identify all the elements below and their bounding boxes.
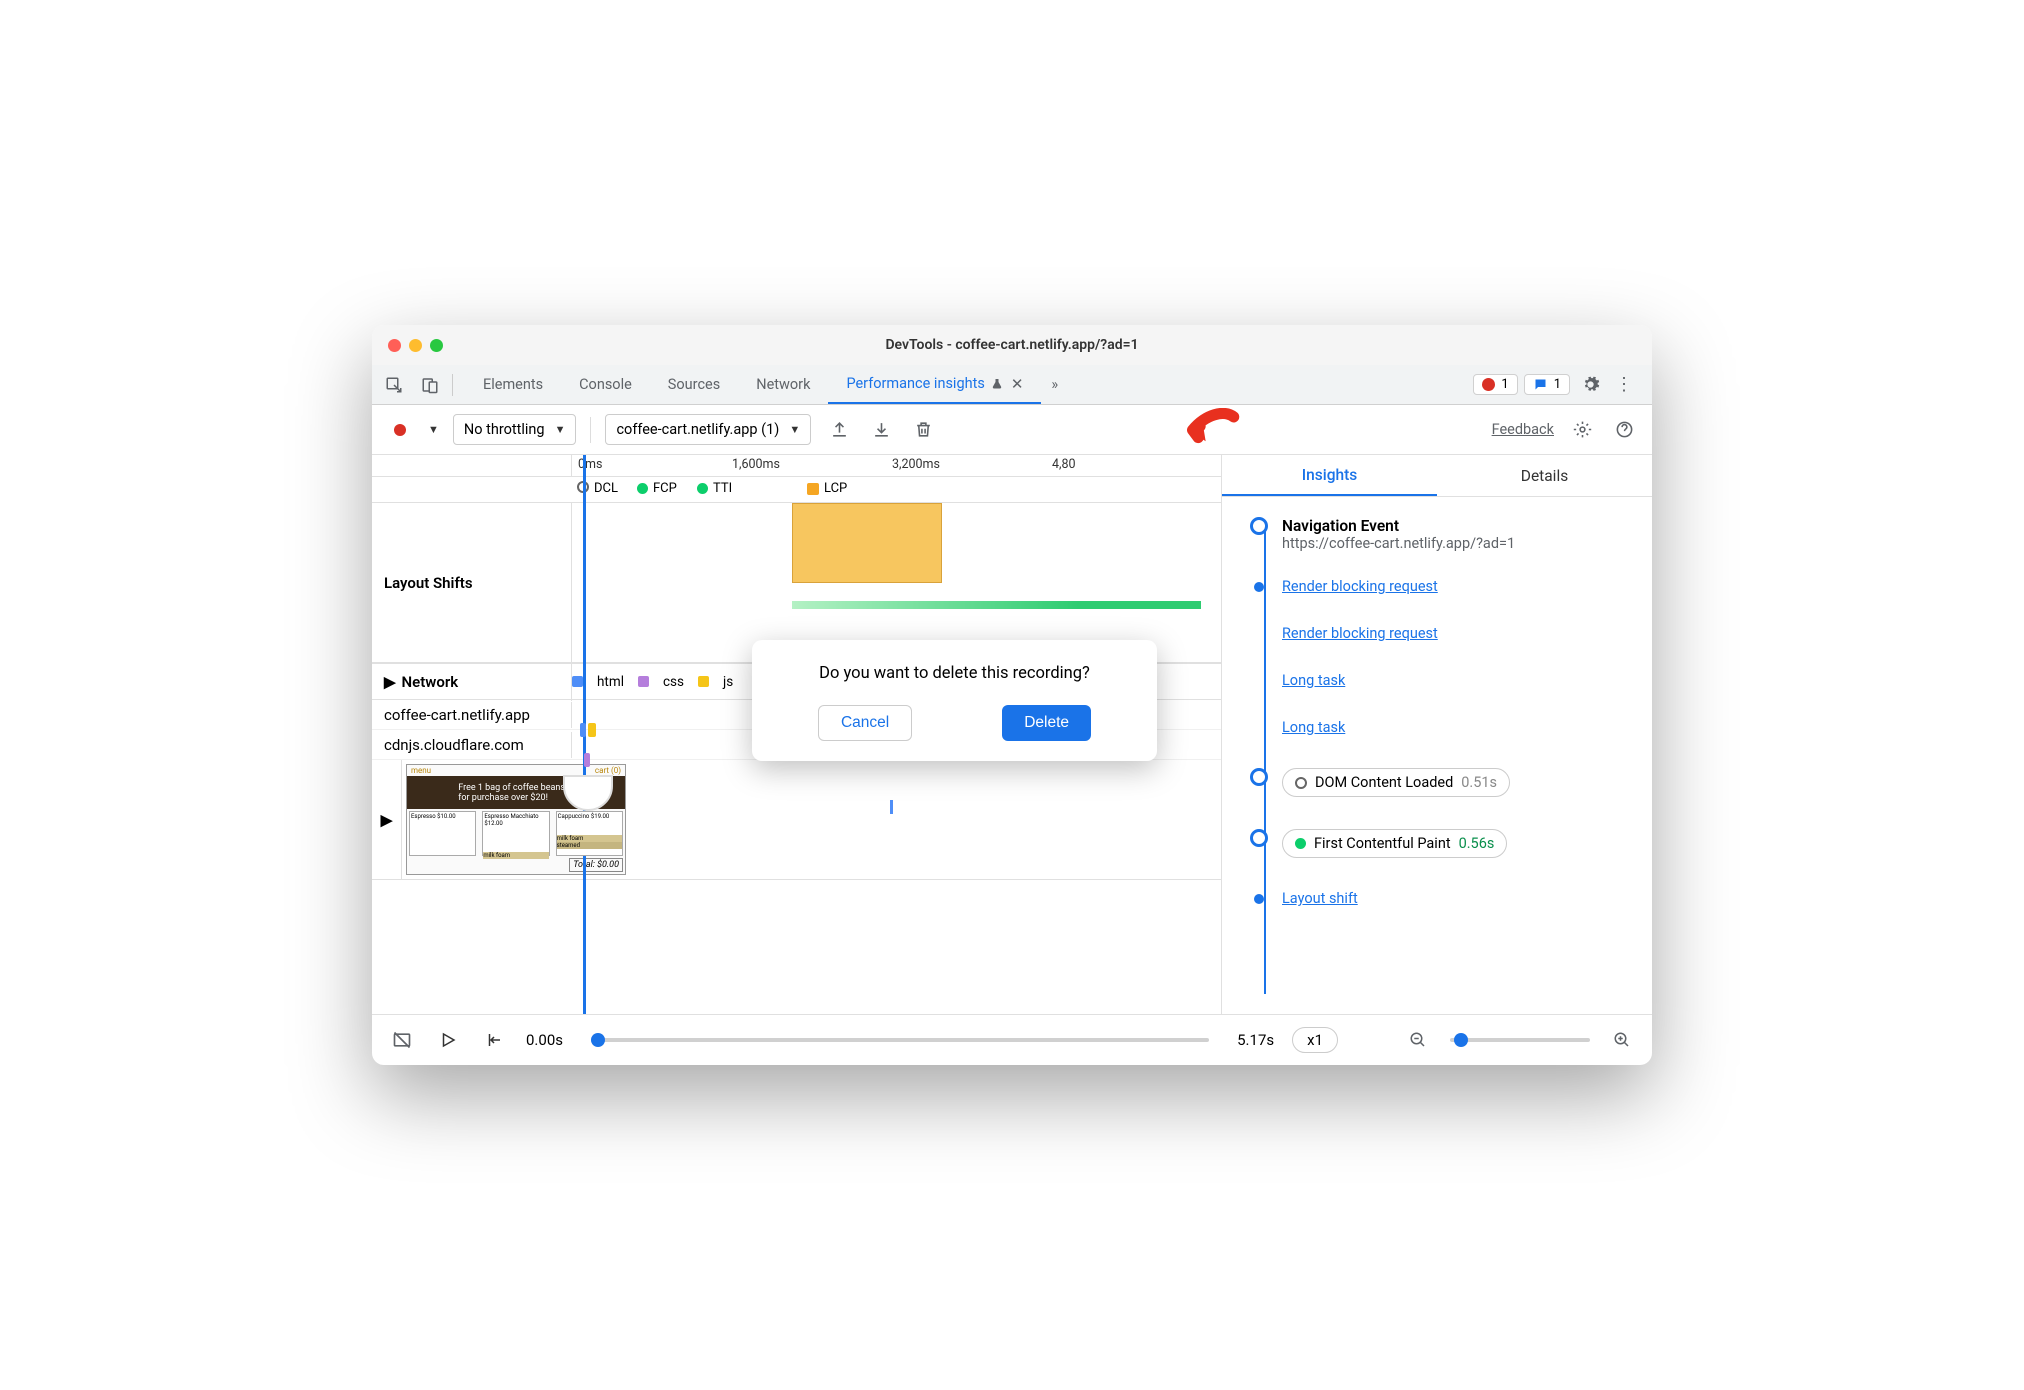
minimize-window-button[interactable] [409,339,422,352]
overview-row[interactable]: Layout Shifts [372,503,1221,663]
tab-console[interactable]: Console [561,365,650,404]
maximize-window-button[interactable] [430,339,443,352]
zoom-slider[interactable] [1450,1038,1590,1042]
nav-event-title: Navigation Event [1282,517,1642,535]
insight-link[interactable]: Long task [1282,719,1345,736]
time-start: 0.00s [526,1031,563,1049]
legend-html-icon [572,676,583,687]
panel-tabs: Elements Console Sources Network Perform… [372,365,1652,405]
screenshots-toggle-icon[interactable] [388,1026,416,1054]
expand-caret-icon[interactable]: ▶ [381,811,393,829]
recording-select[interactable]: coffee-cart.netlify.app (1)▼ [605,414,811,445]
perf-toolbar: ▼ No throttling▼ coffee-cart.netlify.app… [372,405,1652,455]
close-tab-icon[interactable]: ✕ [1011,375,1024,393]
expand-caret-icon[interactable]: ▶ [384,673,396,691]
tab-elements[interactable]: Elements [465,365,561,404]
timeline-node-icon [1250,768,1268,786]
insights-list[interactable]: Navigation Event https://coffee-cart.net… [1222,497,1652,1014]
legend-js-icon [698,676,709,687]
tab-network[interactable]: Network [738,365,828,404]
insight-link[interactable]: Layout shift [1282,890,1358,907]
zoom-out-icon[interactable] [1404,1026,1432,1054]
devtools-window: DevTools - coffee-cart.netlify.app/?ad=1… [372,325,1652,1065]
cancel-button[interactable]: Cancel [818,705,912,741]
tab-details[interactable]: Details [1437,455,1652,496]
confirm-delete-dialog: Do you want to delete this recording? Ca… [752,640,1157,761]
nav-event-url: https://coffee-cart.netlify.app/?ad=1 [1282,535,1642,552]
playback-footer: 0.00s 5.17s x1 [372,1015,1652,1065]
more-menu-icon[interactable]: ⋮ [1610,371,1638,399]
insight-link[interactable]: Render blocking request [1282,578,1438,595]
speed-pill[interactable]: x1 [1292,1027,1338,1053]
inspect-element-icon[interactable] [380,371,408,399]
throttling-select[interactable]: No throttling▼ [453,414,577,445]
timeline-node-icon [1250,829,1268,847]
tab-performance-insights[interactable]: Performance insights ✕ [828,365,1041,404]
tab-sources[interactable]: Sources [650,365,738,404]
device-toolbar-icon[interactable] [416,371,444,399]
tab-insights[interactable]: Insights [1222,455,1437,496]
time-ruler: 0ms 1,600ms 3,200ms 4,80 [372,455,1221,477]
playback-slider[interactable] [591,1038,1209,1042]
legend-css-icon [638,676,649,687]
insight-link[interactable]: Render blocking request [1282,625,1438,642]
dcl-ring-icon [1295,777,1307,789]
play-icon[interactable] [434,1026,462,1054]
help-icon[interactable] [1610,416,1638,444]
tabs-overflow[interactable]: » [1041,365,1068,404]
fcp-pill[interactable]: First Contentful Paint 0.56s [1282,829,1507,858]
error-icon [1482,378,1495,391]
message-count-badge[interactable]: 1 [1524,374,1570,395]
delete-button[interactable]: Delete [1002,705,1091,741]
insights-pane: Insights Details Navigation Event https:… [1222,455,1652,1014]
record-options-caret[interactable]: ▼ [428,423,439,436]
screenshot-row[interactable]: ▶ menucart (0) Free 1 bag of coffee bean… [372,760,1221,880]
time-end: 5.17s [1237,1031,1274,1049]
experiment-icon [991,377,1003,391]
annotation-arrow [1187,408,1243,452]
traffic-lights [388,339,443,352]
screenshot-thumbnail: menucart (0) Free 1 bag of coffee beans … [406,764,626,875]
fcp-dot-icon [1295,838,1306,849]
insight-link[interactable]: Long task [1282,672,1345,689]
dialog-message: Do you want to delete this recording? [774,664,1135,683]
download-icon[interactable] [867,416,895,444]
settings-icon[interactable] [1576,371,1604,399]
close-window-button[interactable] [388,339,401,352]
rewind-icon[interactable] [480,1026,508,1054]
zoom-in-icon[interactable] [1608,1026,1636,1054]
record-button[interactable] [386,416,414,444]
upload-icon[interactable] [825,416,853,444]
toolbar-settings-icon[interactable] [1568,416,1596,444]
markers-row: DCL FCP TTI LCP [372,477,1221,503]
error-count-badge[interactable]: 1 [1473,374,1517,395]
feedback-link[interactable]: Feedback [1492,421,1554,438]
message-icon [1533,377,1548,392]
layout-shift-bar [792,601,1201,609]
titlebar: DevTools - coffee-cart.netlify.app/?ad=1 [372,325,1652,365]
right-tabs: Insights Details [1222,455,1652,497]
dcl-pill[interactable]: DOM Content Loaded 0.51s [1282,768,1510,797]
delete-icon[interactable] [909,416,937,444]
timeline-node-icon [1250,517,1268,535]
overview-block [792,503,942,583]
layout-shifts-label: Layout Shifts [372,503,572,662]
window-title: DevTools - coffee-cart.netlify.app/?ad=1 [372,337,1652,353]
